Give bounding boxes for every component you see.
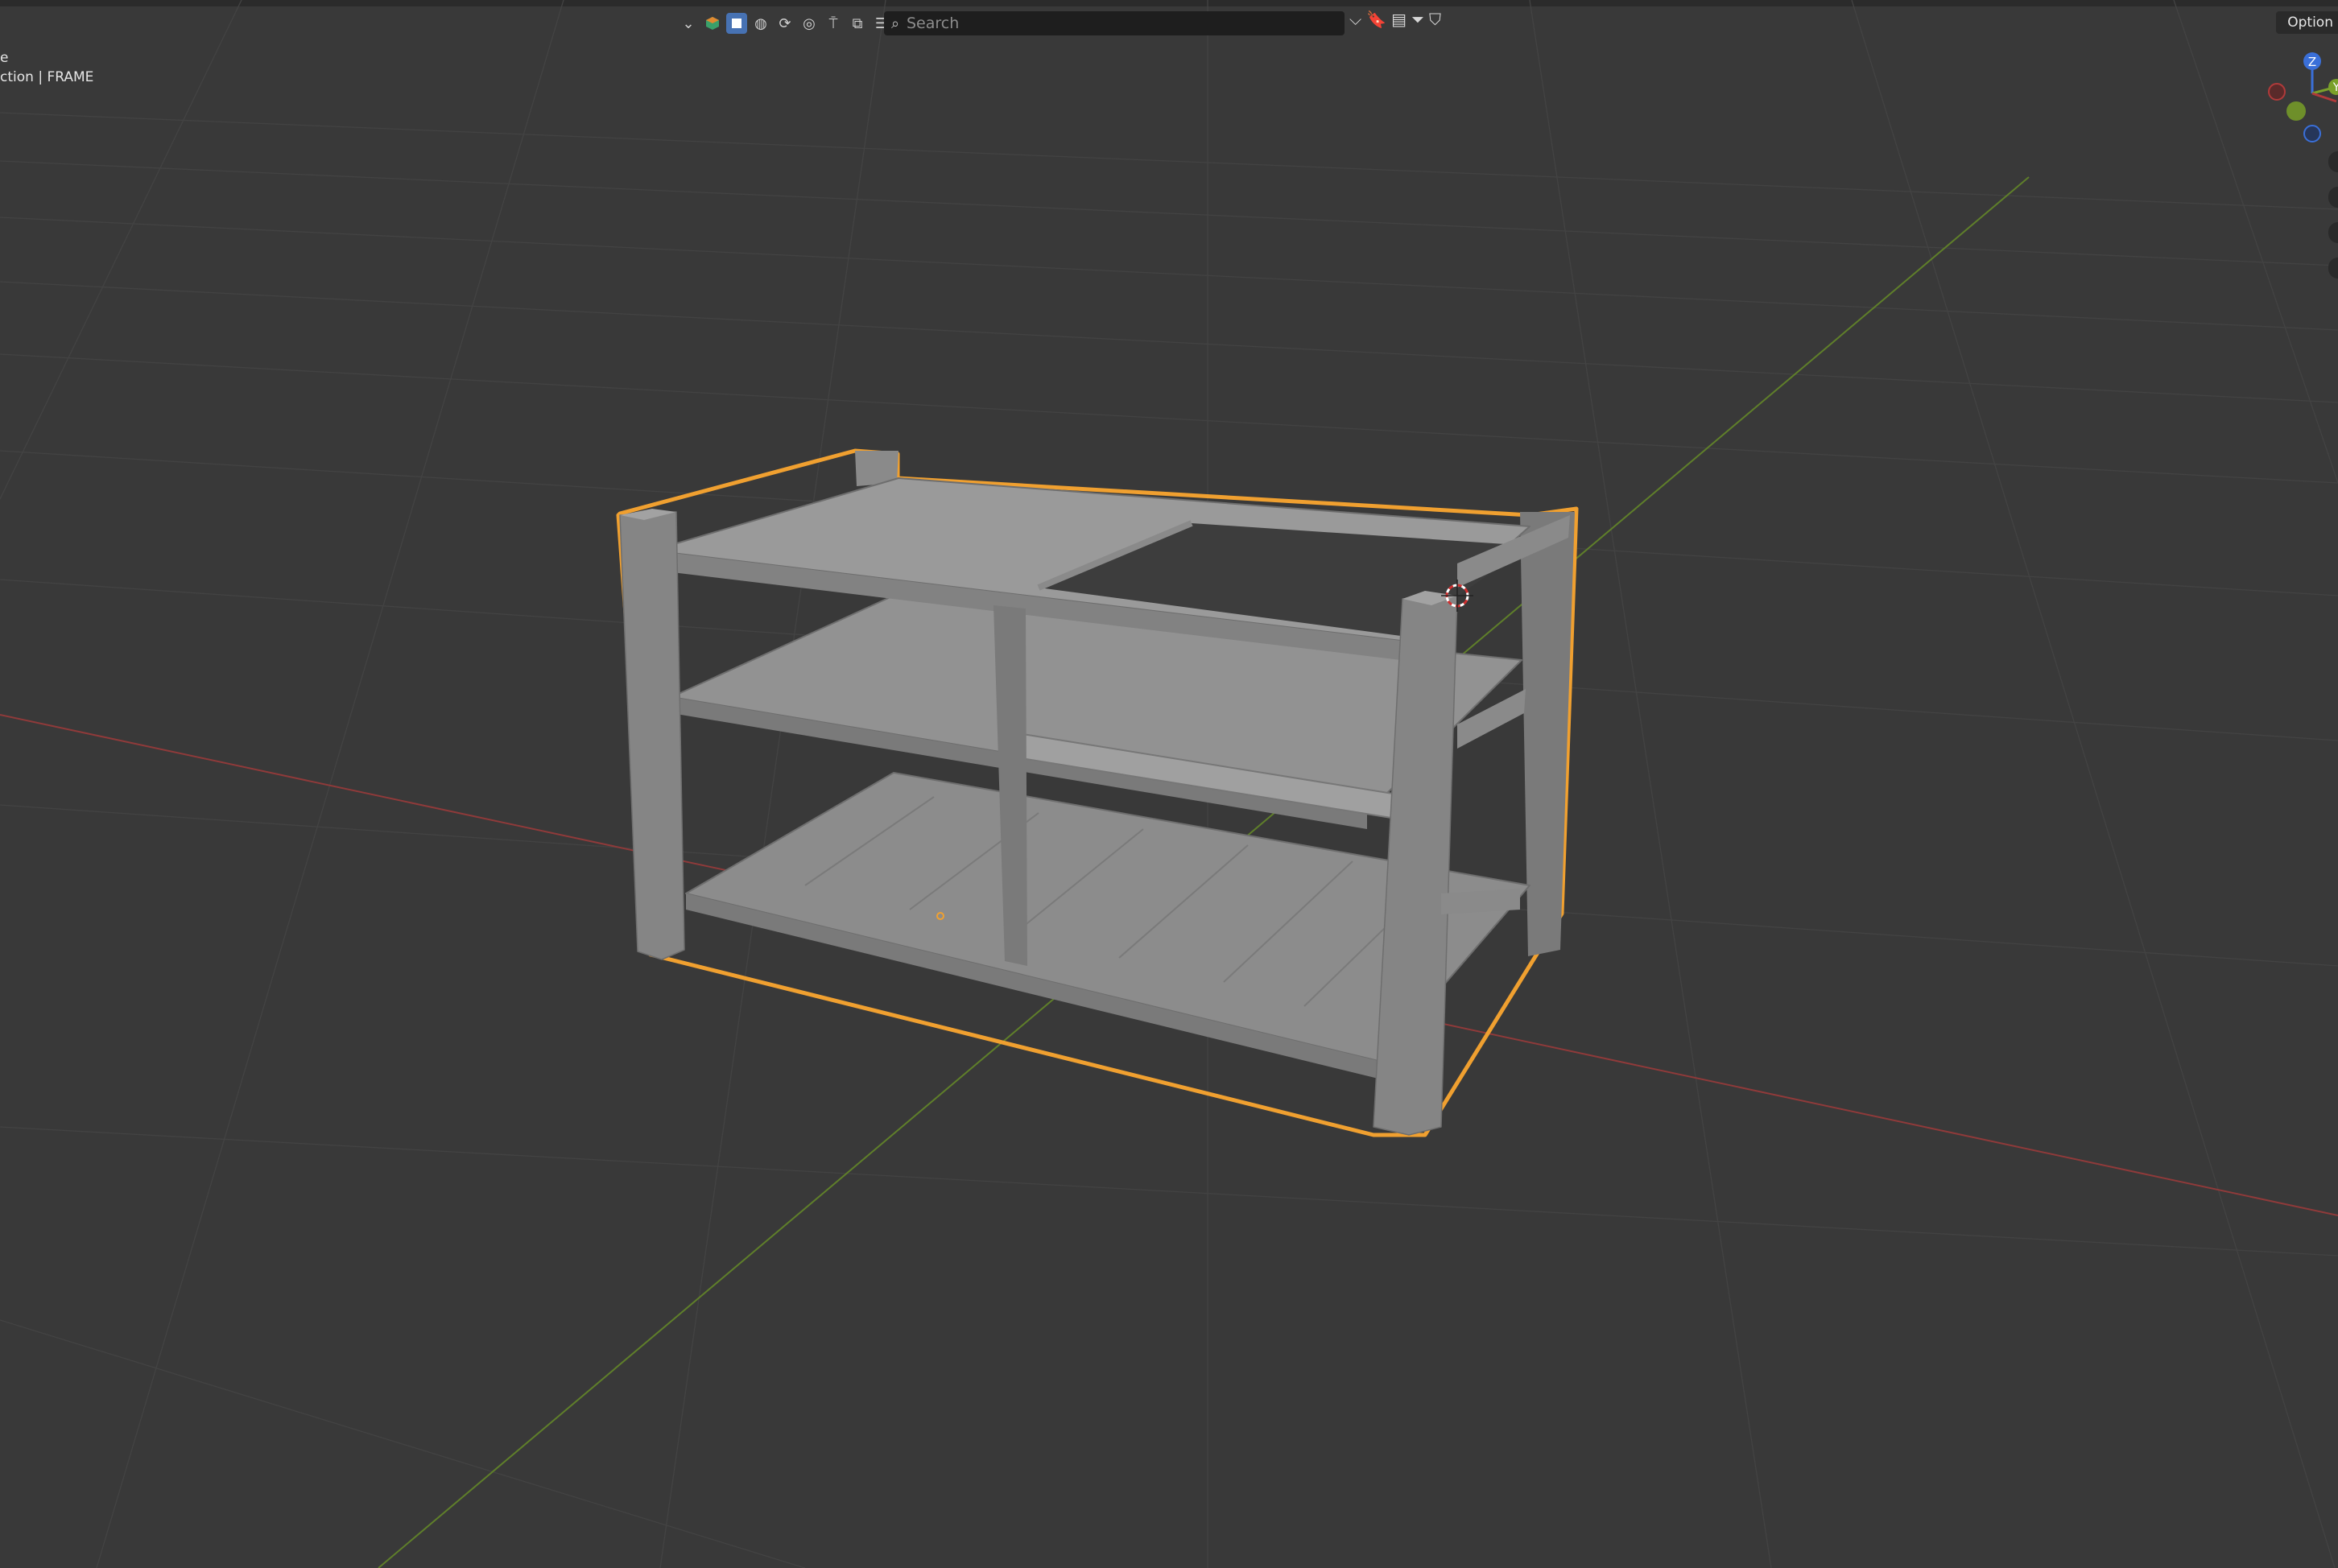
bookmark-icon[interactable]: 🔖 xyxy=(1366,10,1386,29)
filter-icon[interactable]: ⏷ xyxy=(1411,10,1424,29)
zoom-button[interactable] xyxy=(2328,151,2338,172)
options-button[interactable]: Option xyxy=(2276,11,2338,34)
header-right-tools: ⌵ 🔖 ▤ ⏷ ⛉ xyxy=(1349,10,1441,29)
y-axis-label: Y xyxy=(2332,81,2338,94)
camera-button[interactable] xyxy=(2328,222,2338,243)
viewport-info-line1: e xyxy=(0,50,9,66)
dropdown-icon[interactable]: ⌄ xyxy=(678,13,699,34)
perspective-button[interactable] xyxy=(2328,258,2338,279)
neg-x-handle xyxy=(2268,83,2286,101)
view-icon[interactable]: ◍ xyxy=(750,13,771,34)
layout-icon[interactable]: ▤ xyxy=(1391,10,1407,29)
search-icon: ⌕ xyxy=(890,14,900,32)
viewport-info-collection: ction | FRAME xyxy=(0,69,94,85)
select-box-icon[interactable] xyxy=(726,13,747,34)
search-input[interactable]: ⌕ Search xyxy=(884,11,1345,35)
pan-button[interactable] xyxy=(2328,187,2338,208)
proportional-icon[interactable]: ⍑ xyxy=(823,13,844,34)
z-axis-label: Z xyxy=(2308,55,2316,69)
transform-icon[interactable]: ⟳ xyxy=(775,13,795,34)
object-mode-icon[interactable] xyxy=(702,13,723,34)
overlay-icon[interactable]: ⧉ xyxy=(847,13,868,34)
chevron-down-icon[interactable]: ⌵ xyxy=(1349,10,1361,29)
search-placeholder: Search xyxy=(907,14,960,32)
shelf-frame-object[interactable] xyxy=(616,448,1579,1137)
navigation-gizmo[interactable]: Z Y xyxy=(2254,45,2338,150)
neg-z-handle xyxy=(2303,125,2321,142)
viewport-nav-buttons xyxy=(2328,151,2338,293)
snap-icon[interactable]: ◎ xyxy=(799,13,820,34)
viewport-header-toolbar: ⌄ ◍ ⟳ ◎ ⍑ ⧉ ☰ xyxy=(678,10,892,37)
shield-icon[interactable]: ⛉ xyxy=(1429,10,1441,29)
3d-viewport[interactable] xyxy=(0,0,2338,1568)
neg-y-handle xyxy=(2286,101,2306,121)
viewport-canvas[interactable] xyxy=(0,0,2338,1568)
